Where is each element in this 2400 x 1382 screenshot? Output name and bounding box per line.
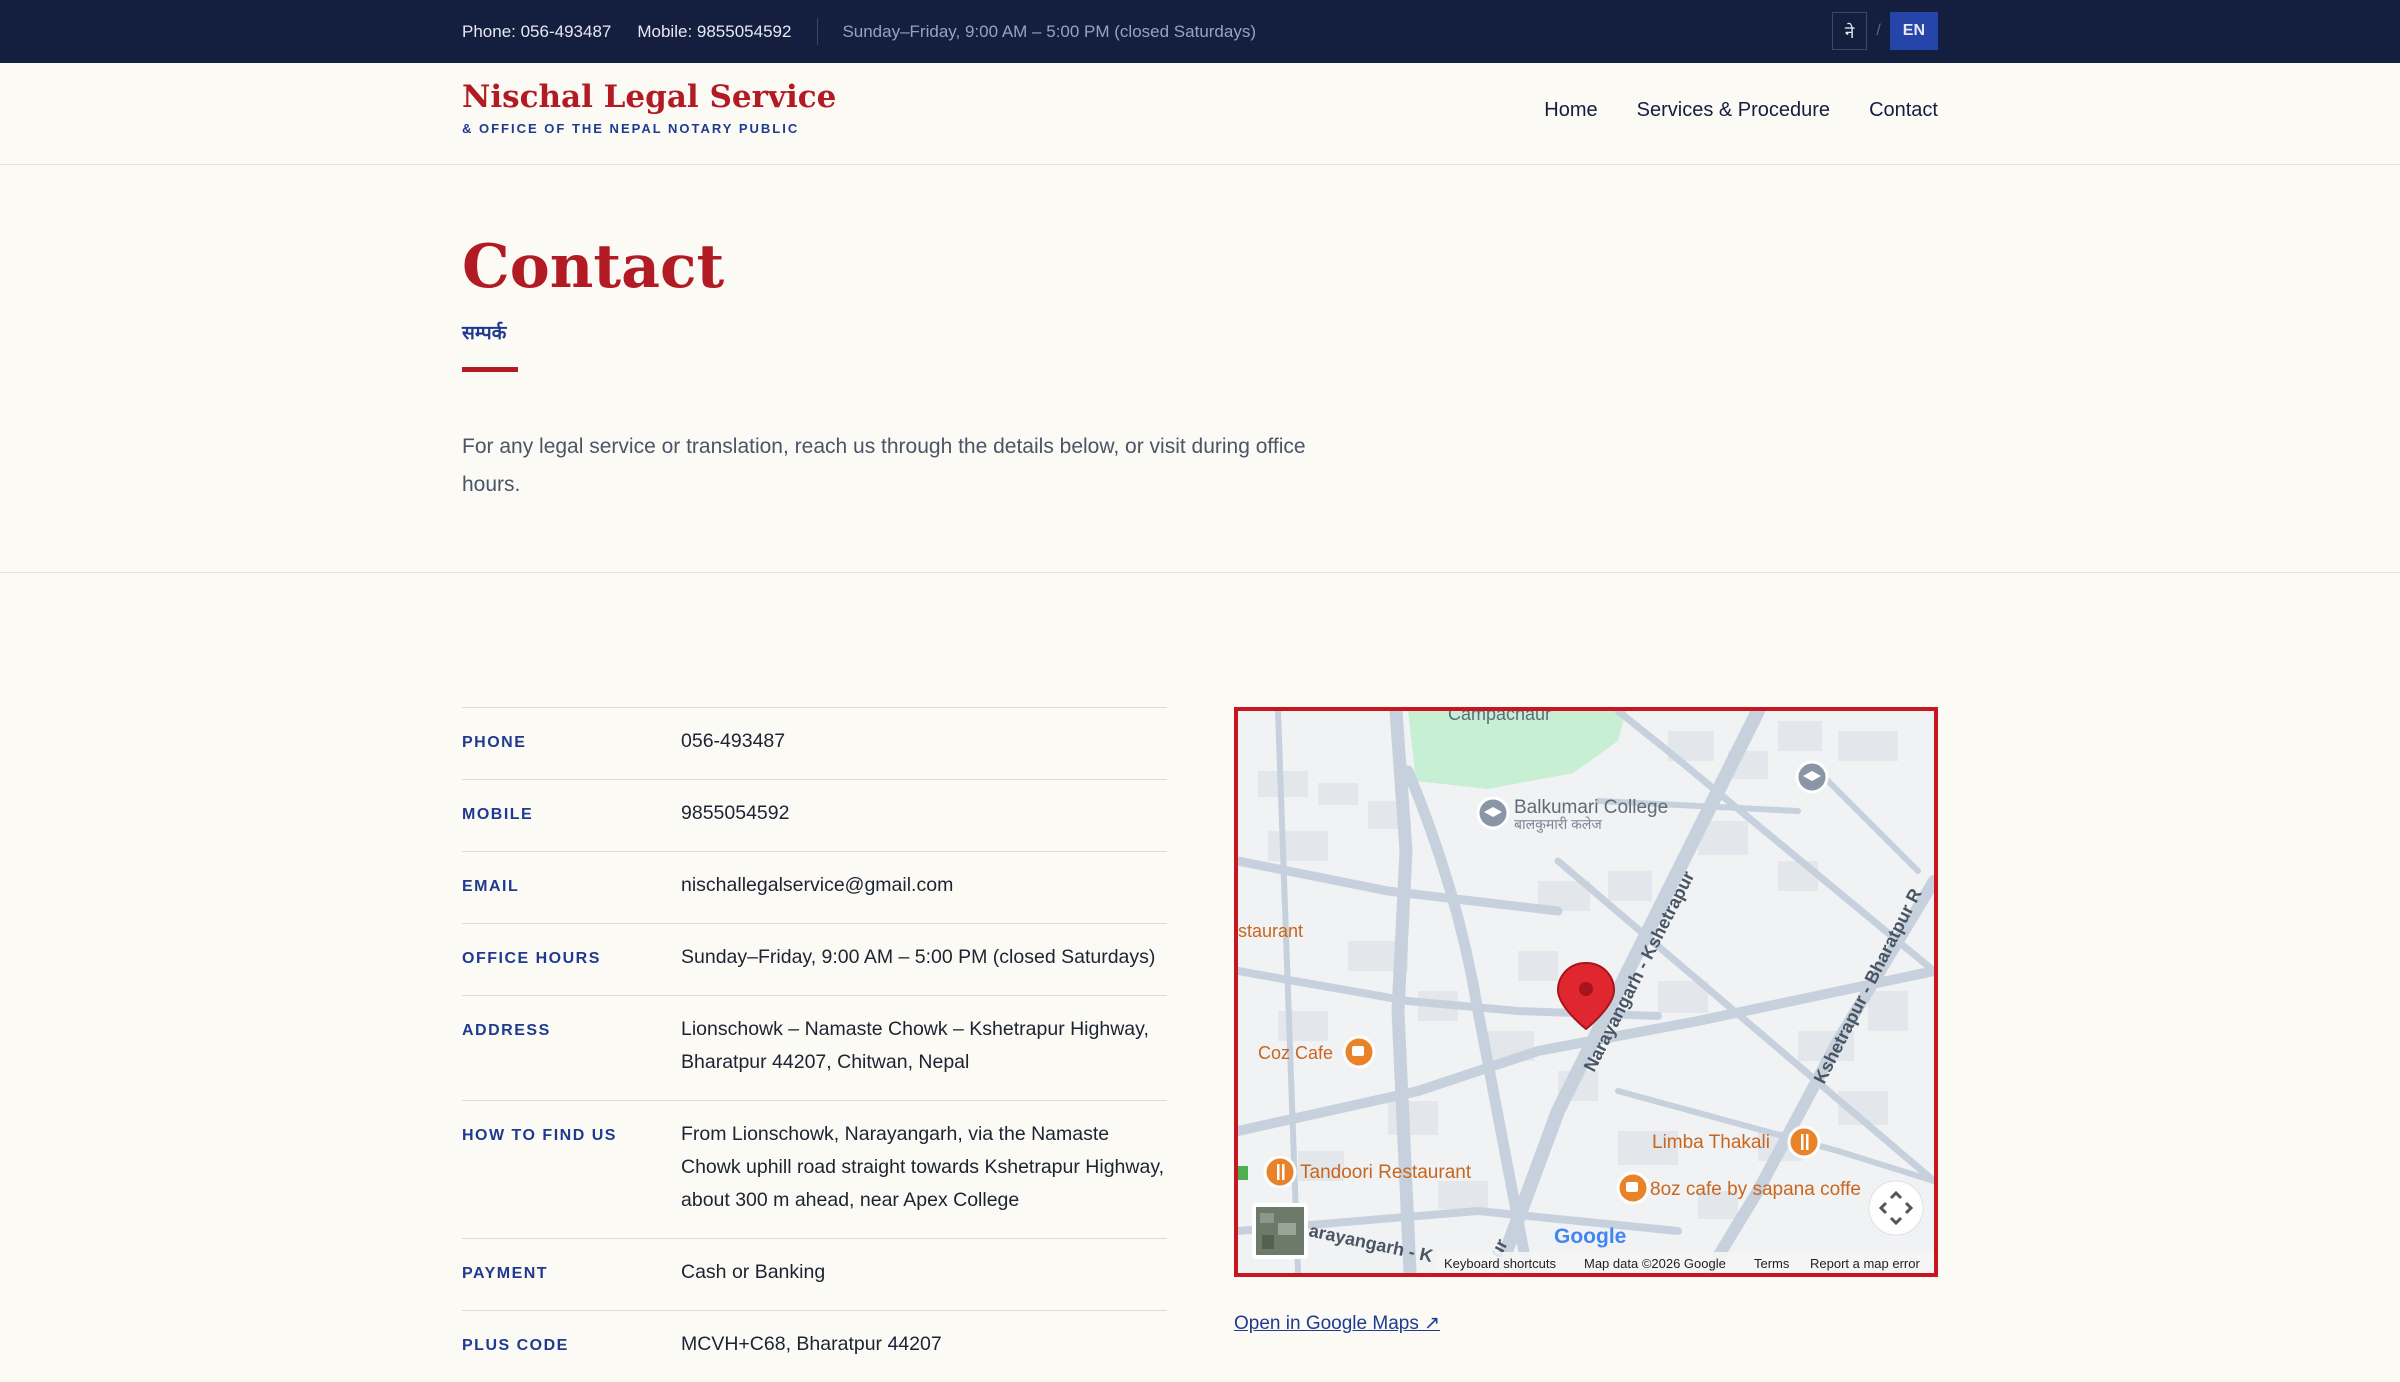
restaurant-icon[interactable] (1263, 1155, 1297, 1189)
lang-nepali-button[interactable]: ने (1831, 12, 1868, 50)
language-switcher: ने / EN (1831, 12, 1938, 50)
map-data-credit: Map data ©2026 Google (1584, 1256, 1726, 1271)
detail-row-email: EMAIL nischallegalservice@gmail.com (462, 851, 1167, 923)
map-label-8oz-cafe[interactable]: 8oz cafe by sapana coffe (1650, 1179, 1861, 1200)
intro-text: For any legal service or translation, re… (462, 435, 1306, 496)
map-label-college[interactable]: Balkumari College (1514, 797, 1668, 818)
detail-label: OFFICE HOURS (462, 950, 601, 967)
detail-label: HOW TO FIND US (462, 1127, 617, 1144)
nav-services[interactable]: Services & Procedure (1637, 99, 1830, 122)
map-terms[interactable]: Terms (1754, 1256, 1790, 1271)
cafe-icon[interactable] (1616, 1171, 1650, 1205)
contact-details: PHONE 056-493487 MOBILE 9855054592 EMAIL… (462, 707, 1167, 1382)
detail-value[interactable]: nischallegalservice@gmail.com (681, 869, 1167, 902)
map-label-limba-thakali[interactable]: Limba Thakali (1652, 1132, 1770, 1153)
detail-label: PAYMENT (462, 1265, 549, 1282)
map-label-coz-cafe[interactable]: Coz Cafe (1258, 1043, 1333, 1063)
lang-separator: / (1876, 22, 1881, 39)
brand-name: Nischal Legal Service (462, 79, 837, 115)
school-icon[interactable] (1476, 796, 1510, 830)
map-label-college-ne: बालकुमारी कलेज (1514, 816, 1602, 833)
detail-row-pluscode: PLUS CODE MCVH+C68, Bharatpur 44207 (462, 1310, 1167, 1382)
google-logo: Google (1554, 1225, 1626, 1248)
nav-contact[interactable]: Contact (1869, 99, 1938, 122)
detail-label: PHONE (462, 734, 527, 751)
detail-row-address: ADDRESS Lionschowk – Namaste Chowk – Ksh… (462, 995, 1167, 1100)
detail-row-mobile: MOBILE 9855054592 (462, 779, 1167, 851)
fullscreen-icon[interactable] (1868, 1180, 1924, 1236)
map-keyboard-shortcuts[interactable]: Keyboard shortcuts (1444, 1256, 1557, 1271)
nav-home[interactable]: Home (1544, 99, 1597, 122)
brand-subtitle: & OFFICE OF THE NEPAL NOTARY PUBLIC (462, 121, 800, 136)
site-header: Nischal Legal Service & OFFICE OF THE NE… (0, 63, 2400, 165)
page-hero: Contact सम्पर्क For any legal service or… (0, 166, 2400, 573)
detail-label: MOBILE (462, 806, 534, 823)
topbar-phone[interactable]: Phone: 056-493487 (462, 22, 611, 42)
topbar-divider (817, 18, 819, 45)
cafe-icon[interactable] (1342, 1035, 1376, 1069)
map-canvas[interactable]: Campachaur Balkumari College बालकुमारी क… (1238, 711, 1934, 1273)
detail-value: MCVH+C68, Bharatpur 44207 (681, 1333, 942, 1355)
topbar-mobile[interactable]: Mobile: 9855054592 (637, 22, 791, 42)
map-label-tandoori[interactable]: Tandoori Restaurant (1300, 1162, 1472, 1183)
title-underline (462, 367, 518, 372)
topbar-hours: Sunday–Friday, 9:00 AM – 5:00 PM (closed… (842, 21, 1256, 41)
restaurant-icon[interactable] (1787, 1125, 1821, 1159)
detail-label: PLUS CODE (462, 1337, 569, 1354)
detail-row-phone: PHONE 056-493487 (462, 707, 1167, 779)
detail-label: EMAIL (462, 878, 520, 895)
satellite-thumbnail[interactable] (1252, 1203, 1308, 1259)
map-label-restaurant[interactable]: staurant (1238, 921, 1303, 941)
map-report-error[interactable]: Report a map error (1810, 1256, 1920, 1271)
detail-row-directions: HOW TO FIND US From Lionschowk, Narayang… (462, 1100, 1167, 1238)
detail-value: Lionschowk – Namaste Chowk – Kshetrapur … (681, 1018, 1149, 1073)
google-map[interactable]: Campachaur Balkumari College बालकुमारी क… (1234, 707, 1938, 1277)
top-bar: Phone: 056-493487 Mobile: 9855054592 Sun… (0, 0, 2400, 63)
lang-english-button[interactable]: EN (1889, 12, 1938, 50)
detail-row-payment: PAYMENT Cash or Banking (462, 1238, 1167, 1310)
transit-icon (1238, 1166, 1248, 1180)
detail-label: ADDRESS (462, 1022, 551, 1039)
map-label-campachaur: Campachaur (1448, 711, 1551, 724)
detail-value[interactable]: 9855054592 (681, 797, 1167, 830)
page-title: Contact (462, 232, 725, 302)
detail-value: Cash or Banking (681, 1261, 826, 1283)
detail-value: From Lionschowk, Narayangarh, via the Na… (681, 1123, 1165, 1211)
detail-row-hours: OFFICE HOURS Sunday–Friday, 9:00 AM – 5:… (462, 923, 1167, 995)
detail-value: Sunday–Friday, 9:00 AM – 5:00 PM (closed… (681, 946, 1156, 968)
school-icon[interactable] (1795, 760, 1829, 794)
brand-logo[interactable]: Nischal Legal Service & OFFICE OF THE NE… (462, 79, 836, 136)
main-nav: Home Services & Procedure Contact (1505, 99, 1938, 122)
page-subtitle-nepali: सम्पर्क (462, 323, 507, 344)
open-in-google-maps-link[interactable]: Open in Google Maps ↗ (1234, 1312, 1440, 1335)
detail-value[interactable]: 056-493487 (681, 725, 1167, 758)
